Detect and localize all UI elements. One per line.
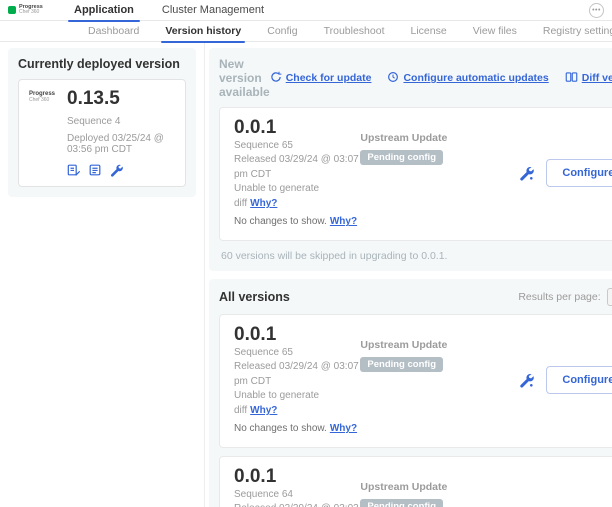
nav-version-history[interactable]: Version history	[165, 21, 241, 42]
version-released: Released 03/29/24 @ 03:07 pm CDT	[234, 360, 360, 389]
deployed-version-card: Progress Chef 360 0.13.5 Sequence 4 Depl…	[18, 79, 186, 187]
deployed-date: Deployed 03/25/24 @ 03:56 pm CDT	[67, 133, 175, 155]
version-number: 0.0.1	[234, 117, 360, 139]
status-badge: Pending config	[360, 150, 443, 165]
version-number: 0.0.1	[234, 466, 360, 488]
version-row: 0.0.1 Sequence 64 Released 03/29/24 @ 03…	[219, 456, 612, 507]
all-versions-list: 0.0.1 Sequence 65 Released 03/29/24 @ 03…	[219, 314, 612, 507]
version-history-content: New version available Check for update	[205, 42, 612, 507]
configure-automatic-updates-link[interactable]: Configure automatic updates	[387, 71, 548, 86]
diff-versions-link[interactable]: Diff versions	[565, 71, 612, 86]
version-released: Released 03/29/24 @ 03:03 pm CDT	[234, 502, 360, 507]
clock-icon	[387, 71, 399, 86]
currently-deployed-heading: Currently deployed version	[18, 57, 186, 71]
changes-why-link[interactable]: Why?	[330, 216, 357, 227]
results-per-page-select[interactable]: 20	[607, 288, 612, 306]
status-badge: Pending config	[360, 357, 443, 372]
nav-config[interactable]: Config	[267, 21, 297, 42]
version-changes-note: No changes to show.Why?	[234, 422, 360, 437]
check-for-update-link[interactable]: Check for update	[270, 71, 372, 86]
preflight-checks-icon[interactable]	[88, 163, 102, 177]
version-row: 0.0.1 Sequence 65 Released 03/29/24 @ 03…	[219, 107, 612, 241]
brand-logo-icon	[8, 6, 16, 14]
version-source-label: Upstream Update	[360, 481, 518, 493]
diff-icon	[565, 71, 578, 86]
nav-registry-settings[interactable]: Registry settings	[543, 21, 612, 42]
sidebar: Currently deployed version Progress Chef…	[0, 42, 205, 507]
nav-license[interactable]: License	[411, 21, 447, 42]
nav-troubleshoot[interactable]: Troubleshoot	[324, 21, 385, 42]
version-diff-note: Unable to generate diffWhy?	[234, 389, 360, 418]
version-sequence: Sequence 65	[234, 346, 360, 361]
new-version-heading: New version available	[219, 57, 270, 99]
diff-why-link[interactable]: Why?	[250, 405, 277, 416]
skipped-versions-note: 60 versions will be skipped in upgrading…	[219, 250, 612, 262]
configure-button[interactable]: Configure	[546, 366, 612, 394]
version-released: Released 03/29/24 @ 03:07 pm CDT	[234, 153, 360, 182]
refresh-icon	[270, 71, 282, 86]
app-nav: Dashboard Version history Config Trouble…	[0, 21, 612, 42]
tab-cluster-management[interactable]: Cluster Management	[148, 0, 278, 21]
version-sequence: Sequence 64	[234, 488, 360, 503]
results-per-page-label: Results per page:	[518, 291, 600, 303]
version-row: 0.0.1 Sequence 65 Released 03/29/24 @ 03…	[219, 314, 612, 448]
version-source-label: Upstream Update	[360, 339, 518, 351]
new-version-card-slot: 0.0.1 Sequence 65 Released 03/29/24 @ 03…	[219, 107, 612, 241]
deployed-version-number: 0.13.5	[67, 89, 175, 110]
currently-deployed-panel: Currently deployed version Progress Chef…	[8, 48, 196, 197]
new-version-section: New version available Check for update	[209, 48, 612, 271]
app-logo: Progress Chef 360	[8, 4, 60, 16]
topbar: Progress Chef 360 Application Cluster Ma…	[0, 0, 612, 21]
diff-why-link[interactable]: Why?	[250, 198, 277, 209]
all-versions-heading: All versions	[219, 290, 290, 304]
app-logo: Progress Chef 360	[29, 89, 59, 177]
logo-line2: Chef 360	[19, 10, 43, 16]
version-diff-note: Unable to generate diffWhy?	[234, 182, 360, 211]
configure-button[interactable]: Configure	[546, 159, 612, 187]
edit-config-icon[interactable]	[518, 165, 534, 181]
version-number: 0.0.1	[234, 324, 360, 346]
changes-why-link[interactable]: Why?	[330, 423, 357, 434]
nav-dashboard[interactable]: Dashboard	[88, 21, 139, 42]
ellipsis-icon: •••	[592, 7, 601, 14]
version-source-label: Upstream Update	[360, 132, 518, 144]
edit-config-icon[interactable]	[518, 372, 534, 388]
version-sequence: Sequence 65	[234, 139, 360, 154]
tab-application[interactable]: Application	[60, 0, 148, 21]
deployed-sequence: Sequence 4	[67, 116, 175, 127]
all-versions-section: All versions Results per page: 20 0.0.1 …	[209, 279, 612, 507]
status-badge: Pending config	[360, 499, 443, 507]
version-changes-note: No changes to show.Why?	[234, 215, 360, 230]
nav-view-files[interactable]: View files	[473, 21, 517, 42]
overflow-menu-button[interactable]: •••	[589, 3, 604, 18]
release-notes-icon[interactable]	[67, 163, 81, 177]
edit-config-icon[interactable]	[109, 163, 123, 177]
